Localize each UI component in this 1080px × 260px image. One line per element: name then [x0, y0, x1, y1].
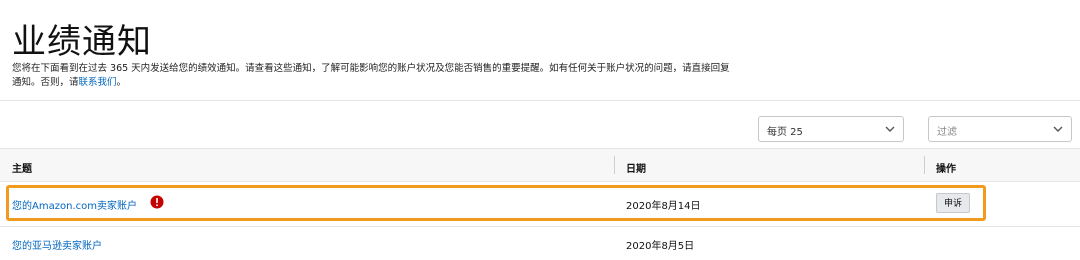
notification-subject-link[interactable]: 您的亚马逊卖家账户: [12, 237, 102, 252]
notification-date: 2020年8月14日: [626, 201, 701, 212]
column-separator: [614, 156, 615, 174]
column-header-date[interactable]: 日期: [626, 160, 646, 175]
notification-date: 2020年8月5日: [626, 241, 695, 252]
table-header: [0, 148, 1080, 182]
row-divider: [0, 226, 1080, 227]
page-title: 业绩通知: [12, 22, 152, 62]
column-header-action: 操作: [936, 164, 956, 175]
header-divider: [0, 100, 1080, 101]
intro-text: 您将在下面看到在过去 365 天内发送给您的绩效通知。请查看这些通知，了解可能影…: [12, 62, 732, 90]
column-header-subject[interactable]: 主题: [12, 160, 32, 175]
alert-icon: [150, 195, 164, 209]
notification-subject-link[interactable]: 您的Amazon.com卖家账户: [12, 197, 137, 212]
chevron-down-icon: [885, 126, 895, 132]
intro-end: 。: [116, 77, 127, 88]
chevron-down-icon: [1053, 126, 1063, 132]
appeal-button[interactable]: 申诉: [936, 193, 970, 213]
contact-us-link[interactable]: 联系我们: [79, 77, 117, 88]
per-page-value: 每页 25: [767, 127, 803, 138]
filter-placeholder: 过滤: [937, 127, 957, 138]
per-page-select[interactable]: 每页 25: [758, 116, 904, 142]
filter-select[interactable]: 过滤: [928, 116, 1072, 142]
column-separator: [924, 156, 925, 174]
